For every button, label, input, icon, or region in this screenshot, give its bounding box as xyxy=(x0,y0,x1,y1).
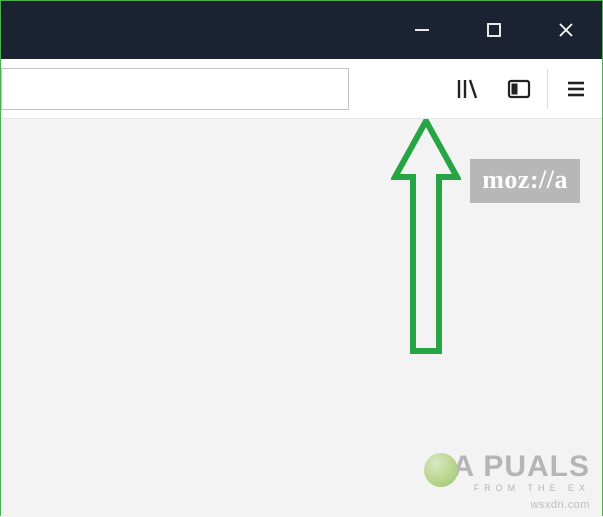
close-icon xyxy=(556,20,576,40)
menu-button[interactable] xyxy=(550,59,602,118)
window-titlebar xyxy=(1,1,602,59)
sidebar-icon xyxy=(506,76,532,102)
toolbar-separator xyxy=(547,69,548,109)
mozilla-badge: moz://a xyxy=(470,159,580,203)
maximize-button[interactable] xyxy=(458,1,530,59)
close-button[interactable] xyxy=(530,1,602,59)
toolbar-buttons xyxy=(441,59,602,118)
address-bar[interactable] xyxy=(1,68,349,110)
hamburger-menu-icon xyxy=(564,77,588,101)
minimize-button[interactable] xyxy=(386,1,458,59)
maximize-icon xyxy=(485,21,503,39)
sidebar-button[interactable] xyxy=(493,59,545,118)
minimize-icon xyxy=(413,21,431,39)
content-area: moz://a xyxy=(1,119,602,517)
library-icon xyxy=(454,76,480,102)
browser-toolbar xyxy=(1,59,602,119)
library-button[interactable] xyxy=(441,59,493,118)
